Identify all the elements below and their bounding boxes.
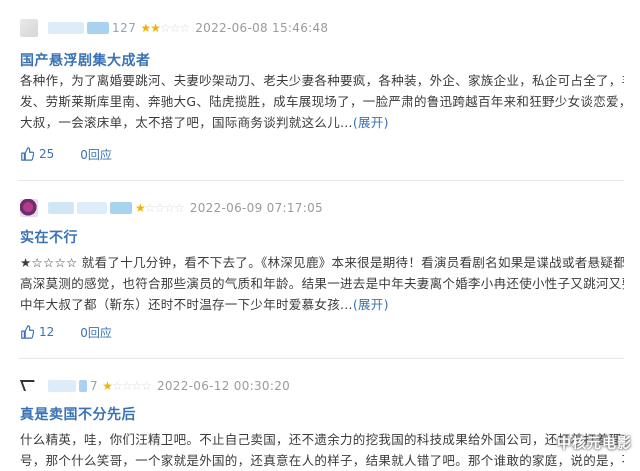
review-meta: ★☆☆☆☆ 2022-06-09 07:17:05 (20, 198, 323, 218)
divider (18, 180, 624, 181)
divider (18, 358, 624, 359)
review-meta: 7 ★☆☆☆☆ 2022-06-12 00:30:20 (20, 376, 290, 396)
like-count: 25 (39, 147, 55, 161)
username-blur[interactable] (48, 202, 74, 214)
watermark: 中核元电影 (557, 436, 632, 452)
username-blur[interactable] (77, 202, 107, 214)
review-meta: 127 ★★☆☆☆ 2022-06-08 15:46:48 (20, 18, 328, 38)
thumbs-up-icon (21, 325, 34, 339)
review-actions: 25 0回应 (20, 145, 138, 163)
review-content: ★☆☆☆☆ 就看了十几分钟，看不下去了。《林深见鹿》本来很是期待！看演员看剧名如… (20, 252, 624, 315)
like-button[interactable]: 12 (20, 325, 54, 339)
thumbs-up-icon (21, 147, 34, 161)
review-date: 2022-06-08 15:46:48 (195, 21, 329, 35)
avatar[interactable] (20, 377, 38, 395)
review-title[interactable]: 国产悬浮剧集大成者 (20, 50, 151, 70)
username-blur[interactable] (48, 380, 76, 392)
rating-stars: ★☆☆☆☆ (102, 379, 152, 393)
review-actions: 12 0回应 (20, 323, 138, 341)
avatar[interactable] (20, 199, 38, 217)
review-date: 2022-06-09 07:17:05 (189, 201, 323, 215)
username-tail[interactable]: 127 (112, 21, 136, 35)
review-title[interactable]: 实在不行 (20, 227, 78, 247)
review-line: ★☆☆☆☆ 就看了十几分钟，看不下去了。《林深见鹿》本来很是期待！看演员看剧名如… (20, 255, 624, 270)
username-blur[interactable] (110, 202, 132, 214)
review-date: 2022-06-12 00:30:20 (156, 379, 291, 393)
review-line: 发、劳斯莱斯库里南、奔驰大G、陆虎揽胜，成车展现场了，一脸严肃的鲁迅跨越百年来和… (20, 94, 624, 109)
avatar[interactable] (20, 19, 38, 37)
review-line: 高深莫测的感觉，也符合那些演员的气质和年龄。结果一进去是中年夫妻离个婚李小冉还使… (20, 276, 624, 291)
rating-stars: ★★☆☆☆ (140, 21, 190, 35)
review-line: 中年大叔了都（靳东）还时不时温存一下少年时爱慕女孩...(展开) (20, 297, 389, 312)
username-tail[interactable]: 7 (90, 379, 98, 393)
like-button[interactable]: 25 (20, 147, 54, 161)
review-content: 什么精英，哇，你们汪精卫吧。不止自己卖国，还不遗余力的挖我国的科技成果给外国公司… (20, 429, 624, 471)
review-content: 各种作，为了离婚要跳河、夫妻吵架动刀、老夫少妻各种要疯，各种装，外企、家族企业，… (20, 70, 624, 133)
review-line: 大叔，一会滚床单，太不搭了吧，国际商务谈判就这么儿...(展开) (20, 115, 389, 130)
reply-link[interactable]: 0回应 (80, 146, 112, 163)
rating-stars: ★☆☆☆☆ (135, 201, 185, 215)
username-blur[interactable] (48, 22, 84, 34)
username-blur[interactable] (79, 380, 87, 392)
review-line: 各种作，为了离婚要跳河、夫妻吵架动刀、老夫少妻各种要疯，各种装，外企、家族企业，… (20, 73, 624, 88)
review-title[interactable]: 真是卖国不分先后 (20, 404, 136, 424)
review-line: 号，那个什么笑哥，一个家就是外国的，还真意在人的样子，结果就人错了吧。那个谁敢的… (20, 453, 624, 468)
expand-link[interactable]: (展开) (353, 297, 389, 312)
like-count: 12 (39, 325, 55, 339)
reply-link[interactable]: 0回应 (80, 324, 112, 341)
expand-link[interactable]: (展开) (353, 115, 389, 130)
username-blur[interactable] (87, 22, 109, 34)
review-line: 什么精英，哇，你们汪精卫吧。不止自己卖国，还不遗余力的挖我国的科技成果给外国公司… (20, 432, 624, 447)
